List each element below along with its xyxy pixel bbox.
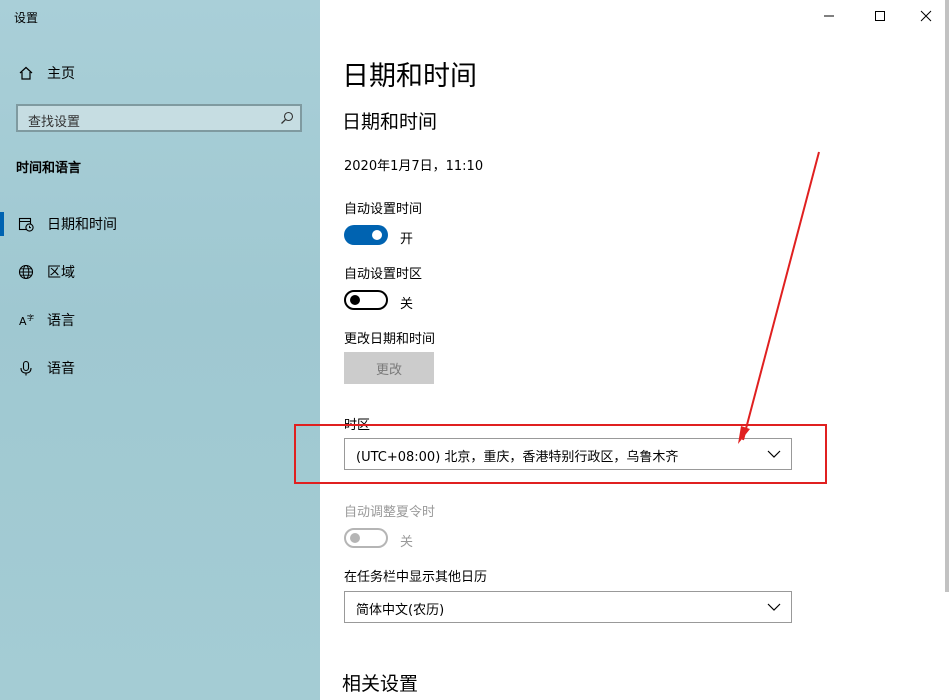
annotation-arrow bbox=[738, 151, 820, 444]
